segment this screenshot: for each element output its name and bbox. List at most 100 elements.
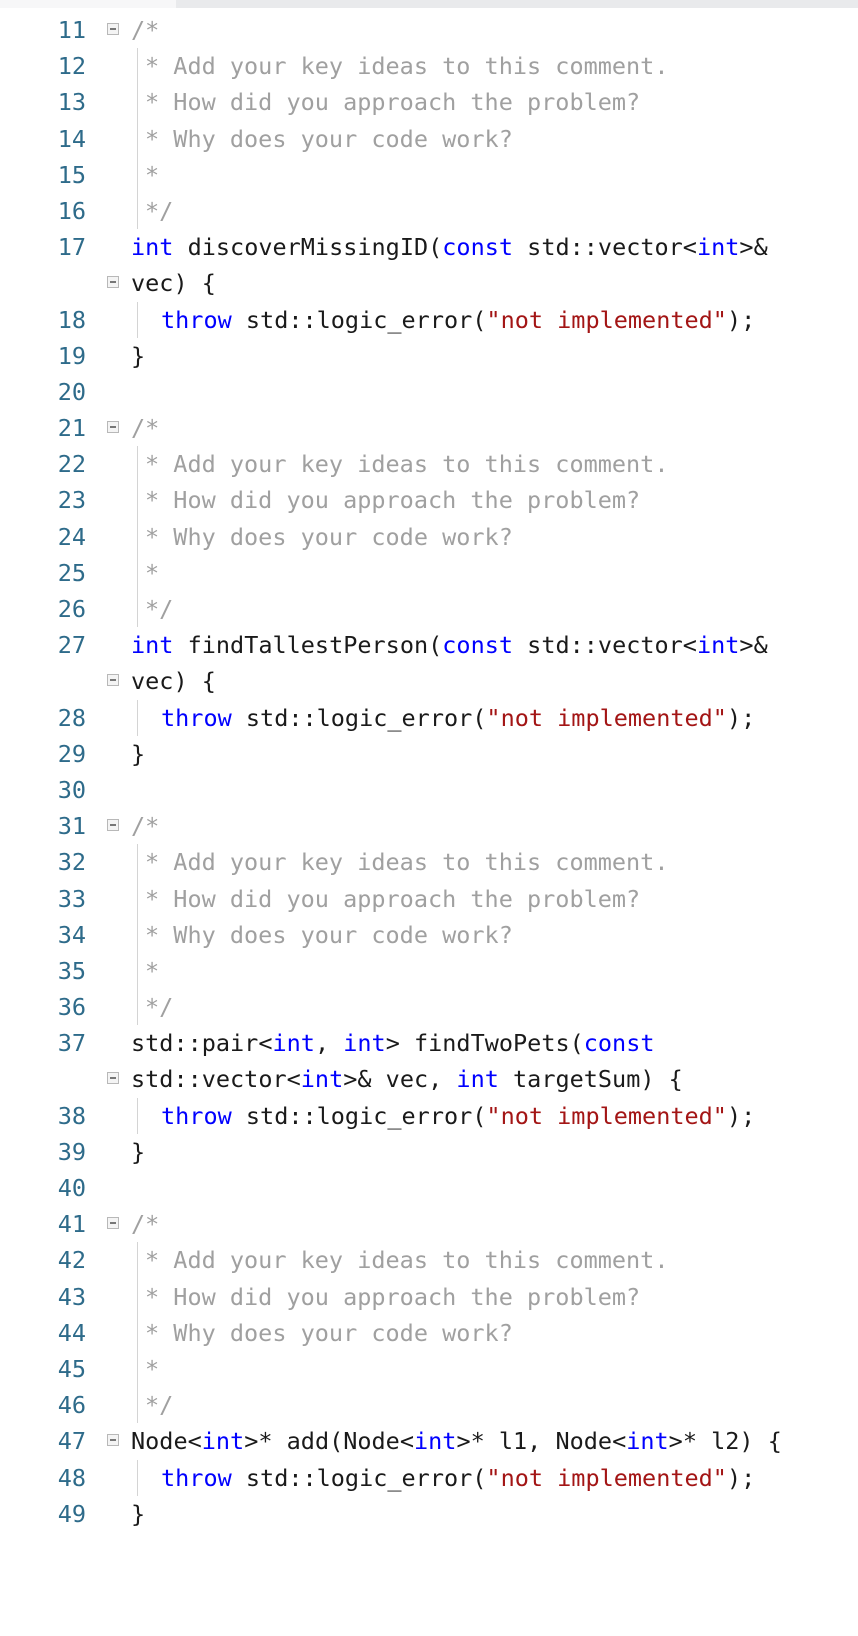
code-line[interactable]: 45 * [0, 1350, 858, 1388]
code-token: std::vector< [513, 631, 697, 660]
code-line[interactable]: 12 * Add your key ideas to this comment. [0, 48, 858, 85]
code-line[interactable]: 29} [0, 736, 858, 772]
code-line[interactable]: 25 * [0, 554, 858, 591]
code-line[interactable]: 27 int findTallestPerson(const std::vecto… [0, 627, 858, 663]
code-line[interactable]: 44 * Why does your code work? [0, 1314, 858, 1351]
code-token: ); [726, 703, 756, 732]
code-line[interactable]: 20 [0, 374, 858, 410]
line-number: 37 [57, 1029, 86, 1058]
code-line[interactable]: 22 * Add your key ideas to this comment. [0, 446, 858, 483]
editor-tab-bar [0, 0, 858, 8]
code-line[interactable]: 39} [0, 1134, 858, 1170]
line-number: 19 [57, 341, 86, 370]
code-text: vec) { [131, 265, 216, 301]
line-number: 45 [57, 1354, 86, 1383]
line-number: 26 [57, 595, 86, 623]
line-number: 18 [57, 305, 86, 334]
fold-collapse-icon[interactable] [107, 1072, 119, 1085]
code-line[interactable]: 37 std::pair<int, int> findTwoPets(const [0, 1025, 858, 1061]
code-line[interactable]: 23 * How did you approach the problem? [0, 482, 858, 519]
code-token: } [131, 1499, 146, 1528]
code-line[interactable]: 47 Node<int>* add(Node<int>* l1, Node<int… [0, 1423, 858, 1459]
code-line[interactable]: 36 */ [0, 989, 858, 1026]
indent-guide [137, 989, 138, 1026]
code-line[interactable]: 42 * Add your key ideas to this comment. [0, 1242, 858, 1279]
string-literal: "not implemented" [486, 703, 727, 732]
indent-guide [137, 554, 138, 591]
fold-collapse-icon[interactable] [107, 1434, 119, 1447]
code-line[interactable]: 32 * Add your key ideas to this comment. [0, 844, 858, 881]
keyword: int [131, 233, 174, 262]
indent-guide [137, 48, 138, 85]
code-text: vec) { [131, 663, 216, 699]
code-line[interactable]: 33 * How did you approach the problem? [0, 880, 858, 917]
code-line[interactable]: 28 throw std::logic_error("not implemente… [0, 699, 858, 736]
code-token: >& vec, [343, 1065, 457, 1094]
code-line[interactable]: 49} [0, 1496, 858, 1532]
code-token: >* l2) { [668, 1427, 782, 1456]
code-line[interactable]: 21 /* [0, 410, 858, 446]
indent-guide [137, 1097, 138, 1134]
code-text: * Add your key ideas to this comment. [145, 844, 668, 880]
code-line[interactable]: 38 throw std::logic_error("not implemente… [0, 1097, 858, 1134]
fold-collapse-icon[interactable] [107, 276, 119, 289]
code-text: * [145, 953, 159, 989]
fold-collapse-icon[interactable] [107, 23, 119, 35]
line-number: 12 [57, 52, 86, 81]
indent-guide [137, 84, 138, 121]
fold-collapse-icon[interactable] [107, 674, 119, 687]
code-line[interactable]: 16 */ [0, 192, 858, 230]
code-line[interactable]: 43 * How did you approach the problem? [0, 1278, 858, 1315]
indent-guide [137, 952, 138, 990]
code-line[interactable]: std::vector<int>& vec, int targetSum) { [0, 1061, 858, 1097]
comment-open: /* [131, 812, 160, 841]
code-line[interactable]: 34 * Why does your code work? [0, 916, 858, 953]
keyword: throw [161, 703, 232, 732]
code-line[interactable]: 48 throw std::logic_error("not implemente… [0, 1459, 858, 1496]
code-line[interactable]: 19} [0, 338, 858, 374]
code-text: * How did you approach the problem? [145, 1279, 640, 1315]
indent-guide [137, 1314, 138, 1351]
line-number: 40 [57, 1174, 86, 1202]
indent-guide [137, 446, 138, 483]
comment-close: */ [145, 993, 174, 1022]
code-line[interactable]: 26 */ [0, 591, 858, 628]
code-line[interactable]: 15 * [0, 156, 858, 193]
code-line[interactable]: 35 * [0, 952, 858, 990]
keyword: int [696, 631, 740, 660]
code-text: * Why does your code work? [145, 519, 513, 555]
keyword: int [272, 1029, 315, 1058]
line-number: 42 [57, 1246, 86, 1275]
code-editor[interactable]: 11 /* 12 * Add your key ideas to this comme… [0, 12, 858, 1532]
fold-collapse-icon[interactable] [107, 421, 119, 434]
code-text: * Why does your code work? [145, 1315, 513, 1351]
code-line[interactable]: 31 /* [0, 808, 858, 844]
code-line[interactable]: 46 */ [0, 1387, 858, 1424]
fold-collapse-icon[interactable] [107, 1217, 119, 1230]
line-number: 39 [57, 1137, 86, 1166]
code-line[interactable]: 11 /* [0, 12, 858, 48]
comment-text: * Add your key ideas to this comment. [145, 52, 669, 81]
code-text: std::vector<int>& vec, int targetSum) { [131, 1061, 683, 1097]
line-number: 32 [57, 848, 86, 877]
fold-collapse-icon[interactable] [107, 819, 119, 832]
code-line[interactable]: 41 /* [0, 1206, 858, 1242]
code-token: ); [726, 1463, 756, 1492]
code-line[interactable]: 13 * How did you approach the problem? [0, 84, 858, 121]
code-line[interactable]: 40 [0, 1170, 858, 1206]
code-line[interactable]: 18 throw std::logic_error("not implemente… [0, 301, 858, 338]
code-line[interactable]: 17 int discoverMissingID(const std::vecto… [0, 229, 858, 265]
code-text: /* [131, 1206, 159, 1242]
code-line[interactable]: vec) { [0, 663, 858, 699]
code-line[interactable]: vec) { [0, 265, 858, 301]
code-token: >& [739, 631, 768, 660]
code-text: int discoverMissingID(const std::vector<… [131, 229, 768, 265]
code-line[interactable]: 30 [0, 772, 858, 808]
code-token: > findTwoPets( [385, 1029, 584, 1058]
code-line[interactable]: 24 * Why does your code work? [0, 518, 858, 555]
active-tab-area[interactable] [0, 0, 176, 8]
indent-guide [137, 916, 138, 953]
comment-text: * [145, 956, 160, 985]
code-text: } [131, 736, 145, 772]
code-line[interactable]: 14 * Why does your code work? [0, 120, 858, 157]
